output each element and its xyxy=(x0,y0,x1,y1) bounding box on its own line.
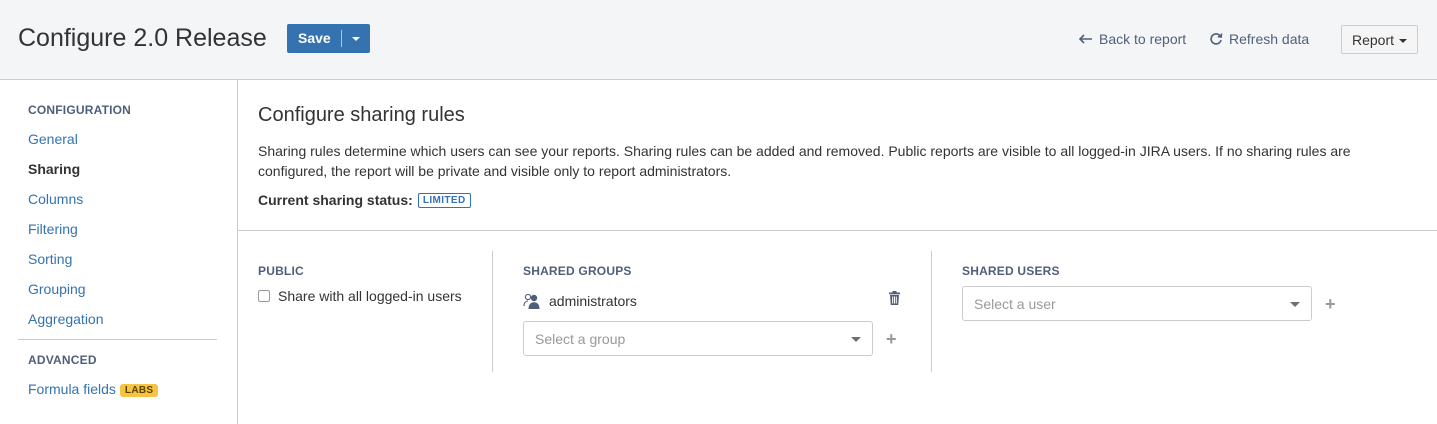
formula-fields-label: Formula fields xyxy=(28,381,116,397)
page-header: Configure 2.0 Release Save Back to repor… xyxy=(0,0,1437,80)
save-button-group: Save xyxy=(287,24,370,53)
sidebar-section-advanced: ADVANCED xyxy=(28,353,97,367)
public-heading: PUBLIC xyxy=(258,264,304,278)
section-description: Sharing rules determine which users can … xyxy=(258,143,1351,179)
sidebar-item-sorting[interactable]: Sorting xyxy=(28,251,72,267)
section-title: Configure sharing rules xyxy=(258,104,465,126)
share-all-checkbox-row[interactable]: Share with all logged-in users xyxy=(258,288,462,304)
content-divider xyxy=(238,230,1437,231)
report-button-label: Report xyxy=(1351,31,1395,48)
shared-groups-heading: SHARED GROUPS xyxy=(523,264,632,278)
column-divider xyxy=(492,251,493,372)
sidebar: CONFIGURATION General Sharing Columns Fi… xyxy=(0,80,238,424)
chevron-down-icon xyxy=(851,337,861,342)
sidebar-item-aggregation[interactable]: Aggregation xyxy=(28,311,104,327)
sidebar-item-grouping[interactable]: Grouping xyxy=(28,281,86,297)
shared-group-item: administrators xyxy=(523,290,900,312)
refresh-icon xyxy=(1209,32,1223,46)
chevron-down-icon xyxy=(351,36,360,41)
group-select-placeholder: Select a group xyxy=(535,330,626,347)
chevron-down-icon xyxy=(1399,38,1408,43)
sidebar-divider xyxy=(18,339,217,340)
add-group-button[interactable]: + xyxy=(886,330,897,348)
status-badge: LIMITED xyxy=(417,192,471,208)
back-to-report-label: Back to report xyxy=(1099,31,1187,47)
chevron-down-icon xyxy=(1290,302,1300,307)
column-divider xyxy=(931,251,932,372)
refresh-data-link[interactable]: Refresh data xyxy=(1209,31,1309,47)
save-button[interactable]: Save xyxy=(287,24,341,53)
group-name: administrators xyxy=(549,293,637,309)
refresh-data-label: Refresh data xyxy=(1229,31,1310,47)
page-title: Configure 2.0 Release xyxy=(18,24,267,52)
trash-icon[interactable] xyxy=(889,291,900,305)
group-select[interactable]: Select a group xyxy=(523,321,873,356)
user-select-placeholder: Select a user xyxy=(974,295,1056,312)
shared-users-heading: SHARED USERS xyxy=(962,264,1060,278)
sharing-status-label: Current sharing status: xyxy=(258,192,413,208)
sidebar-item-columns[interactable]: Columns xyxy=(28,191,83,207)
report-dropdown-button[interactable]: Report xyxy=(1341,25,1418,54)
sharing-status: Current sharing status: LIMITED xyxy=(258,192,471,208)
group-icon xyxy=(523,293,540,309)
sidebar-item-formula-fields[interactable]: Formula fields LABS xyxy=(28,381,159,397)
share-all-label: Share with all logged-in users xyxy=(278,288,462,304)
sidebar-item-sharing[interactable]: Sharing xyxy=(28,161,80,177)
sidebar-section-configuration: CONFIGURATION xyxy=(28,103,132,117)
sidebar-item-filtering[interactable]: Filtering xyxy=(28,221,78,237)
share-all-checkbox[interactable] xyxy=(258,290,270,302)
labs-badge: LABS xyxy=(119,384,159,397)
sidebar-item-general[interactable]: General xyxy=(28,131,78,147)
user-select[interactable]: Select a user xyxy=(962,286,1312,321)
save-dropdown-button[interactable] xyxy=(342,24,370,53)
arrow-left-icon xyxy=(1079,34,1093,44)
back-to-report-link[interactable]: Back to report xyxy=(1079,31,1186,47)
add-user-button[interactable]: + xyxy=(1325,295,1336,313)
